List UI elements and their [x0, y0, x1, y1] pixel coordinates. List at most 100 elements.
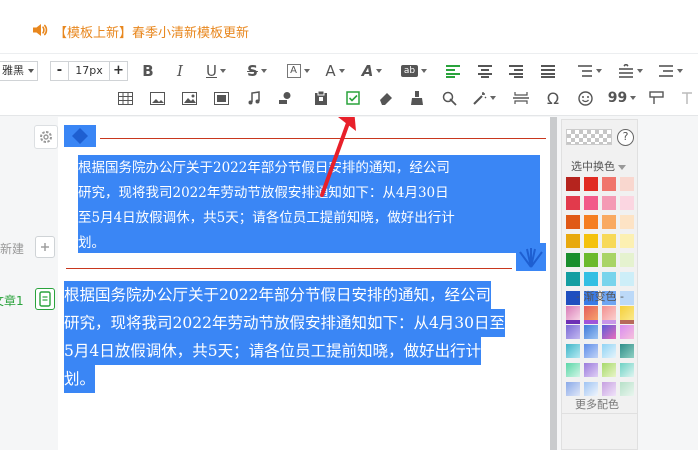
format-brush-button[interactable]: [408, 87, 426, 109]
color-swatch[interactable]: [584, 234, 598, 248]
font-family-select[interactable]: 雅黑: [0, 61, 38, 81]
italic-button[interactable]: I: [170, 60, 190, 82]
gallery-button[interactable]: [180, 87, 198, 109]
gradient-swatch[interactable]: [584, 306, 598, 320]
insert-button[interactable]: [647, 87, 665, 109]
gradient-swatch[interactable]: [602, 344, 616, 358]
border-text-button[interactable]: A: [284, 60, 312, 82]
paragraph-spacing-button[interactable]: [615, 60, 645, 82]
color-swatch[interactable]: [620, 215, 634, 229]
help-icon[interactable]: ?: [617, 129, 634, 146]
color-swatch[interactable]: [566, 234, 580, 248]
template-line: 研究，现将我司2022年劳动节放假安排通知如下：从4月30日: [78, 185, 449, 201]
article-item-button[interactable]: [35, 288, 55, 310]
more-colors-link[interactable]: 更多配色: [575, 396, 619, 412]
color-swatch[interactable]: [566, 215, 580, 229]
music-icon: [248, 91, 260, 105]
template-paragraph[interactable]: 根据国务院办公厅关于2022年部分节假日安排的通知，经公司 研究，现将我司202…: [66, 155, 540, 253]
gradient-swatch[interactable]: [584, 382, 598, 396]
color-swatch[interactable]: [602, 253, 616, 267]
gradient-swatch[interactable]: [584, 363, 598, 377]
gradient-swatch[interactable]: [602, 363, 616, 377]
gradient-swatch[interactable]: [602, 382, 616, 396]
palette-title[interactable]: 选中换色: [571, 158, 626, 174]
sidebar-article-label[interactable]: 文章1: [0, 292, 24, 309]
color-swatch[interactable]: [620, 272, 634, 286]
color-swatch[interactable]: [602, 215, 616, 229]
annotation-arrow-icon: [320, 117, 356, 197]
align-left-button[interactable]: [443, 60, 463, 82]
plain-paragraph[interactable]: 根据国务院办公厅关于2022年部分节假日安排的通知，经公司 研究，现将我司202…: [64, 281, 550, 393]
emoji-button[interactable]: [576, 87, 594, 109]
bold-button[interactable]: B: [138, 60, 158, 82]
music-button[interactable]: [245, 87, 263, 109]
quote-button[interactable]: 99: [608, 87, 637, 109]
indent-button[interactable]: [655, 60, 685, 82]
color-swatch[interactable]: [620, 253, 634, 267]
plus-icon: [41, 243, 49, 251]
gradient-swatch[interactable]: [584, 344, 598, 358]
notice-text[interactable]: 【模板上新】春季小清新模板更新: [54, 22, 249, 41]
color-swatch[interactable]: [584, 196, 598, 210]
color-swatch[interactable]: [602, 234, 616, 248]
align-right-button[interactable]: [506, 60, 526, 82]
gradient-swatch[interactable]: [620, 382, 634, 396]
undo-button[interactable]: [678, 87, 696, 109]
underline-button[interactable]: U: [202, 60, 230, 82]
color-swatch[interactable]: [602, 177, 616, 191]
color-swatch[interactable]: [584, 253, 598, 267]
gradient-swatch[interactable]: [620, 363, 634, 377]
color-swatch[interactable]: [566, 272, 580, 286]
table-button[interactable]: [116, 87, 134, 109]
font-size-decrease-button[interactable]: -: [51, 62, 69, 80]
map-pin-button[interactable]: [276, 87, 294, 109]
divider-button[interactable]: [512, 87, 530, 109]
video-button[interactable]: [212, 87, 230, 109]
gradient-swatch[interactable]: [620, 344, 634, 358]
line-spacing-button[interactable]: [575, 60, 603, 82]
color-swatch[interactable]: [566, 196, 580, 210]
align-center-button[interactable]: [475, 60, 495, 82]
gradient-swatch[interactable]: [602, 325, 616, 339]
sidebar-new-label[interactable]: 新建: [0, 240, 24, 257]
color-swatch[interactable]: [602, 272, 616, 286]
emoji-icon: [577, 90, 593, 106]
magic-wand-button[interactable]: [472, 87, 496, 109]
paste-button[interactable]: [312, 87, 330, 109]
color-swatch[interactable]: [566, 177, 580, 191]
gradient-swatch[interactable]: [566, 325, 580, 339]
gradient-swatch[interactable]: [566, 306, 580, 320]
new-article-button[interactable]: [35, 236, 55, 258]
gradient-swatch[interactable]: [620, 325, 634, 339]
font-style-button[interactable]: A: [358, 60, 386, 82]
gradient-swatch[interactable]: [566, 344, 580, 358]
color-swatch[interactable]: [584, 177, 598, 191]
color-swatch[interactable]: [584, 215, 598, 229]
special-char-button[interactable]: Ω: [544, 87, 562, 109]
font-size-increase-button[interactable]: +: [109, 62, 127, 80]
checkbox-button[interactable]: [344, 87, 362, 109]
gradient-swatch[interactable]: [620, 306, 634, 320]
gradient-swatch[interactable]: [584, 325, 598, 339]
highlight-button[interactable]: ab: [399, 60, 429, 82]
editor-scrollbar[interactable]: [550, 117, 557, 450]
image-button[interactable]: [148, 87, 166, 109]
editor-canvas[interactable]: 根据国务院办公厅关于2022年部分节假日安排的通知，经公司 研究，现将我司202…: [58, 117, 554, 450]
strikethrough-button[interactable]: S: [243, 60, 271, 82]
color-swatch[interactable]: [566, 253, 580, 267]
color-swatch[interactable]: [620, 177, 634, 191]
font-color-button[interactable]: A: [322, 60, 348, 82]
align-justify-button[interactable]: [538, 60, 558, 82]
color-swatch[interactable]: [620, 234, 634, 248]
eraser-button[interactable]: [376, 87, 394, 109]
gradient-swatch[interactable]: [602, 306, 616, 320]
color-swatch[interactable]: [620, 196, 634, 210]
font-size-value[interactable]: 17px: [69, 62, 109, 80]
gradient-swatch[interactable]: [566, 363, 580, 377]
select-button[interactable]: [440, 87, 458, 109]
color-swatch[interactable]: [584, 272, 598, 286]
settings-button[interactable]: [34, 125, 58, 149]
color-swatch[interactable]: [602, 196, 616, 210]
transparent-swatch[interactable]: [566, 129, 612, 145]
gradient-swatch[interactable]: [566, 382, 580, 396]
